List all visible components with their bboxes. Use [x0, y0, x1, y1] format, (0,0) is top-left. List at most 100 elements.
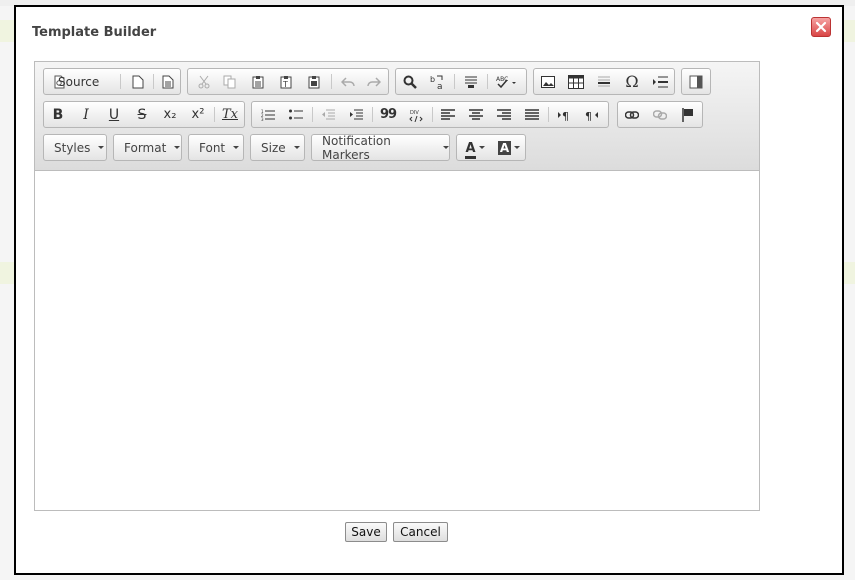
background-color-button[interactable]: A: [493, 135, 525, 160]
size-dropdown[interactable]: Size: [250, 134, 305, 161]
svg-text:DIV: DIV: [410, 110, 419, 116]
bulleted-list-icon: [289, 109, 303, 119]
cancel-button[interactable]: Cancel: [393, 522, 448, 542]
strikethrough-icon: S: [137, 106, 147, 123]
link-button[interactable]: [618, 102, 646, 127]
blockquote-button[interactable]: 99: [374, 102, 402, 127]
chevron-down-icon: [443, 146, 449, 149]
copy-icon: [223, 75, 236, 88]
align-center-button[interactable]: [462, 102, 490, 127]
table-button[interactable]: [562, 69, 590, 94]
blockquote-icon: 99: [379, 107, 397, 122]
paste-text-button[interactable]: T: [272, 69, 300, 94]
text-color-button[interactable]: A: [459, 135, 491, 160]
close-button[interactable]: [811, 17, 831, 37]
special-char-button[interactable]: Ω: [618, 69, 646, 94]
paste-word-icon: [308, 75, 320, 88]
align-right-button[interactable]: [490, 102, 518, 127]
separator: [214, 107, 215, 122]
svg-text:T: T: [282, 80, 288, 89]
numbered-list-icon: 123: [261, 109, 275, 121]
paste-button[interactable]: [244, 69, 272, 94]
chevron-down-icon: [478, 146, 485, 149]
image-button[interactable]: [534, 69, 562, 94]
find-button[interactable]: [396, 69, 424, 94]
replace-icon: ba: [430, 75, 443, 90]
separator: [432, 107, 433, 122]
unlink-button[interactable]: [646, 102, 674, 127]
undo-button[interactable]: [334, 69, 362, 94]
justify-icon: [525, 108, 539, 120]
bold-button[interactable]: B: [44, 102, 72, 127]
svg-text:ABC: ABC: [496, 76, 508, 83]
anchor-button[interactable]: [674, 102, 702, 127]
remove-format-icon: Tx: [221, 107, 238, 122]
cut-button[interactable]: [190, 69, 218, 94]
bulleted-list-button[interactable]: [282, 102, 310, 127]
source-button[interactable]: Source: [46, 69, 118, 94]
new-page-button[interactable]: [124, 69, 152, 94]
svg-text:a: a: [437, 82, 443, 90]
ltr-icon: ¶: [558, 110, 569, 121]
toolbar-group-paragraph: 123 99 DIV ¶ ¶: [251, 101, 609, 128]
styles-dropdown[interactable]: Styles: [43, 134, 107, 161]
clipboard-icon: [252, 75, 264, 88]
paste-word-button[interactable]: [300, 69, 328, 94]
chevron-down-icon: [233, 146, 240, 149]
background-color-icon: A: [497, 140, 512, 155]
save-button[interactable]: Save: [345, 522, 387, 542]
bold-icon: B: [52, 106, 64, 123]
superscript-button[interactable]: x²: [184, 102, 212, 127]
select-all-button[interactable]: [457, 69, 485, 94]
notification-markers-label: Notification Markers: [322, 133, 391, 162]
align-left-button[interactable]: [434, 102, 462, 127]
text-direction-rtl-button[interactable]: ¶: [578, 102, 606, 127]
horizontal-rule-icon: [598, 76, 610, 86]
toolbar-group-tools: [681, 68, 711, 95]
maximize-icon: [689, 75, 703, 88]
spellcheck-button[interactable]: ABC: [490, 69, 524, 94]
text-color-icon: A: [465, 140, 476, 159]
scissors-icon: [198, 75, 210, 88]
copy-button[interactable]: [216, 69, 244, 94]
select-all-icon: [465, 76, 477, 88]
decrease-indent-button[interactable]: [314, 102, 342, 127]
svg-text:¶: ¶: [585, 110, 592, 121]
outdent-icon: [322, 109, 335, 119]
italic-icon: I: [83, 106, 89, 123]
replace-button[interactable]: ba: [424, 69, 452, 94]
toolbar-group-editing: ba ABC: [395, 68, 527, 95]
increase-indent-button[interactable]: [342, 102, 370, 127]
horizontal-rule-button[interactable]: [590, 69, 618, 94]
create-div-button[interactable]: DIV: [402, 102, 430, 127]
format-dropdown[interactable]: Format: [113, 134, 182, 161]
page-break-button[interactable]: [646, 69, 674, 94]
separator: [548, 107, 549, 122]
italic-button[interactable]: I: [72, 102, 100, 127]
editor-toolbar: Source T b a ABC Ω B I U S x₂ x² Tx 1 2 …: [35, 62, 759, 171]
notification-markers-combo: Notification Markers: [312, 133, 449, 162]
redo-button[interactable]: [360, 69, 388, 94]
separator: [372, 107, 373, 122]
rtl-icon: ¶: [585, 110, 598, 121]
notification-markers-dropdown[interactable]: Notification Markers: [311, 133, 450, 162]
subscript-button[interactable]: x₂: [156, 102, 184, 127]
underline-button[interactable]: U: [100, 102, 128, 127]
font-dropdown[interactable]: Font: [188, 134, 244, 161]
maximize-button[interactable]: [682, 69, 710, 94]
strikethrough-button[interactable]: S: [128, 102, 156, 127]
numbered-list-button[interactable]: 123: [254, 102, 282, 127]
size-label: Size: [261, 140, 286, 155]
undo-icon: [341, 76, 355, 87]
subscript-icon: x₂: [163, 107, 177, 122]
preview-button[interactable]: [154, 69, 182, 94]
toolbar-group-clipboard: T: [187, 68, 389, 95]
justify-button[interactable]: [518, 102, 546, 127]
flag-icon: [682, 107, 693, 122]
remove-format-button[interactable]: Tx: [216, 102, 244, 127]
font-label: Font: [199, 140, 226, 155]
indent-icon: [350, 109, 363, 119]
editor-content-area[interactable]: [35, 171, 759, 510]
text-direction-ltr-button[interactable]: ¶: [550, 102, 578, 127]
preview-icon: [162, 75, 174, 88]
